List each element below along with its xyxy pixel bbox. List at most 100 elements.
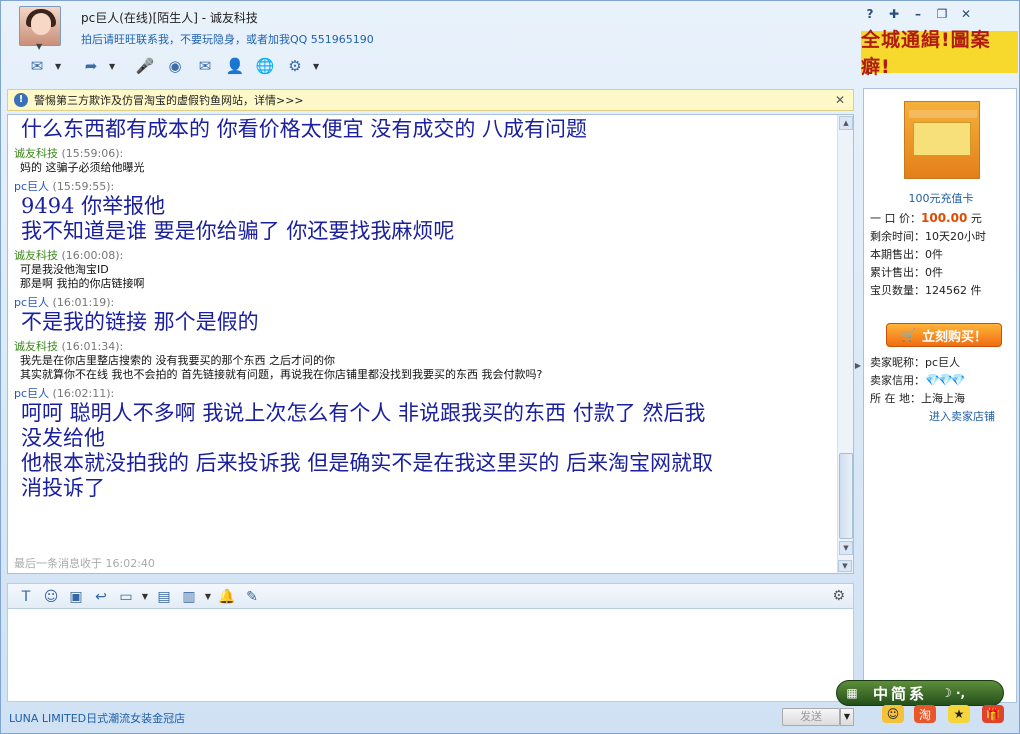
- brush-icon[interactable]: ✎: [242, 587, 262, 607]
- tools-icon[interactable]: ⚙: [283, 55, 307, 77]
- send-file-chevron-down-icon[interactable]: ▼: [109, 62, 119, 71]
- avatar-chevron-down-icon[interactable]: ▼: [36, 42, 42, 51]
- add-contact-icon[interactable]: 👤: [223, 55, 247, 77]
- maximize-icon[interactable]: ❐: [935, 7, 949, 21]
- message-line: 9494 你举报他: [21, 194, 166, 218]
- microphone-icon[interactable]: 🎤: [133, 55, 157, 77]
- stock-value: 124562 件: [925, 284, 982, 297]
- chat-scrollbar[interactable]: ▲ ▼: [837, 115, 853, 573]
- message-line: 妈的 这骗子必须给他曝光: [20, 161, 145, 174]
- notice-close-icon[interactable]: ✕: [835, 93, 845, 107]
- send-button[interactable]: 发送: [782, 708, 840, 726]
- contact-title: pc巨人(在线)[陌生人] - 诚友科技: [81, 11, 258, 25]
- close-icon[interactable]: ✕: [959, 7, 973, 21]
- message-line: 其实就算你不在线 我也不会拍的 首先链接就有问题，再说我在你店铺里都没找到我要买…: [20, 368, 543, 381]
- message-header: 诚友科技 (15:59:06):: [14, 145, 832, 161]
- remaining-label: 剩余时间：: [870, 230, 925, 243]
- send-chevron-down-icon[interactable]: ▼: [840, 708, 854, 726]
- remaining-value: 10天20小时: [925, 230, 986, 243]
- contact-signature: 拍后请旺旺联系我，不要玩隐身，或者加我QQ 551965190: [81, 33, 374, 46]
- ad-banner[interactable]: 全城通緝!圖案癖!: [861, 29, 1018, 78]
- message-time: (16:02:11):: [52, 387, 115, 400]
- sidebar-toggle-icon[interactable]: ▶: [854, 341, 862, 391]
- history-chevron-down-icon[interactable]: ▼: [838, 560, 852, 572]
- webcam-icon[interactable]: ◉: [163, 55, 187, 77]
- total-sold-value: 0件: [925, 266, 943, 279]
- buy-now-label: 立刻购买！: [921, 329, 987, 345]
- product-name[interactable]: 100元充值卡: [864, 190, 1018, 206]
- globe-icon[interactable]: 🌐: [253, 55, 277, 77]
- message-header: 诚友科技 (16:00:08):: [14, 247, 832, 263]
- message-input[interactable]: [7, 608, 854, 702]
- gift-icon[interactable]: ▣: [66, 587, 86, 607]
- message-line: 不是我的链接 那个是假的: [21, 310, 259, 334]
- message-header: 诚友科技 (16:01:34):: [14, 338, 832, 354]
- diamond-icon[interactable]: 💎💎💎: [925, 373, 966, 387]
- star-icon[interactable]: ★: [948, 705, 970, 723]
- gift-box-icon[interactable]: 🎁: [982, 705, 1004, 723]
- message-time: (15:59:06):: [61, 147, 124, 160]
- message-line: 可是我没他淘宝ID: [20, 263, 109, 276]
- shake-icon[interactable]: ↩: [91, 587, 111, 607]
- price-label: 一 口 价：: [870, 212, 921, 225]
- chat-toolbar: ✉ ▼ ➦ ▼ 🎤 ◉ ✉ 👤 🌐 ⚙ ▼: [25, 53, 331, 79]
- product-image-card: [913, 122, 971, 156]
- warning-text[interactable]: 警惕第三方欺诈及仿冒淘宝的虚假钓鱼网站，详情>>>: [34, 92, 304, 108]
- message-sender[interactable]: pc巨人: [14, 180, 49, 193]
- image-icon[interactable]: ▤: [154, 587, 174, 607]
- settings-icon[interactable]: ⚙: [832, 588, 845, 604]
- product-image[interactable]: [904, 101, 980, 179]
- pin-icon[interactable]: ✚: [887, 7, 901, 21]
- contact-avatar[interactable]: [19, 6, 61, 46]
- screenshot-icon[interactable]: ▭: [116, 587, 136, 607]
- scroll-up-icon[interactable]: ▲: [839, 116, 853, 130]
- product-sidebar: 100元充值卡 一 口 价：100.00 元 剩余时间：10天20小时 本期售出…: [863, 88, 1017, 703]
- mail-icon[interactable]: ✉: [193, 55, 217, 77]
- emoticon-icon[interactable]: ☺: [41, 587, 61, 607]
- scroll-down-icon[interactable]: ▼: [839, 541, 853, 555]
- ime-label: 中简系: [873, 684, 928, 703]
- shop-name-link[interactable]: LUNA LIMITED日式潮流女装金冠店: [9, 710, 185, 726]
- taobao-icon[interactable]: 淘: [914, 705, 936, 723]
- message-line: 没发给他: [21, 426, 105, 450]
- minimize-icon[interactable]: –: [911, 7, 925, 21]
- message-time: (16:01:19):: [52, 296, 115, 309]
- message-line: 那是啊 我拍的你店链接啊: [20, 277, 145, 290]
- seller-location-label: 所 在 地：: [870, 392, 921, 405]
- send-file-icon[interactable]: ➦: [79, 55, 103, 77]
- smile-icon[interactable]: ☺: [882, 705, 904, 723]
- message-list: 什么东西都有成本的 你看价格太便宜 没有成交的 八成有问题诚友科技 (15:59…: [14, 117, 832, 501]
- total-sold-label: 累计售出：: [870, 266, 925, 279]
- message-sender[interactable]: 诚友科技: [14, 147, 58, 160]
- message-icon[interactable]: ✉: [25, 55, 49, 77]
- seller-nick-label: 卖家昵称：: [870, 356, 925, 369]
- buy-now-button[interactable]: 🛒 立刻购买！: [886, 323, 1002, 347]
- message-sender[interactable]: 诚友科技: [14, 340, 58, 353]
- warning-icon: !: [14, 93, 28, 107]
- bell-icon[interactable]: 🔔: [217, 587, 237, 607]
- quick-reply-chevron-down-icon[interactable]: ▼: [204, 587, 212, 607]
- message-sender[interactable]: 诚友科技: [14, 249, 58, 262]
- keyboard-icon[interactable]: ▦: [837, 686, 867, 700]
- remaining-time-row: 剩余时间：10天20小时: [870, 228, 986, 244]
- message-sender[interactable]: pc巨人: [14, 387, 49, 400]
- enter-shop-link[interactable]: 进入卖家店铺: [929, 408, 995, 424]
- total-sold-row: 累计售出：0件: [870, 264, 943, 280]
- message-sender[interactable]: pc巨人: [14, 296, 49, 309]
- chat-history[interactable]: 什么东西都有成本的 你看价格太便宜 没有成交的 八成有问题诚友科技 (15:59…: [7, 114, 854, 574]
- title-bar: ▼ pc巨人(在线)[陌生人] - 诚友科技 拍后请旺旺联系我，不要玩隐身，或者…: [1, 1, 859, 53]
- seller-credit-label: 卖家信用：: [870, 374, 925, 387]
- message-line: 什么东西都有成本的 你看价格太便宜 没有成交的 八成有问题: [21, 117, 588, 141]
- font-icon[interactable]: T: [16, 587, 36, 607]
- tools-chevron-down-icon[interactable]: ▼: [313, 62, 323, 71]
- screenshot-chevron-down-icon[interactable]: ▼: [141, 587, 149, 607]
- quick-reply-icon[interactable]: ▥: [179, 587, 199, 607]
- message-chevron-down-icon[interactable]: ▼: [55, 62, 65, 71]
- help-icon[interactable]: ?: [863, 7, 877, 21]
- period-sold-label: 本期售出：: [870, 248, 925, 261]
- scroll-thumb[interactable]: [839, 453, 853, 539]
- stock-label: 宝贝数量：: [870, 284, 925, 297]
- ime-toolbar[interactable]: ▦ 中简系 ☽ ·,: [836, 680, 1004, 706]
- moon-icon[interactable]: ☽ ·,: [941, 686, 965, 700]
- warning-notice: ! 警惕第三方欺诈及仿冒淘宝的虚假钓鱼网站，详情>>> ✕: [7, 89, 854, 111]
